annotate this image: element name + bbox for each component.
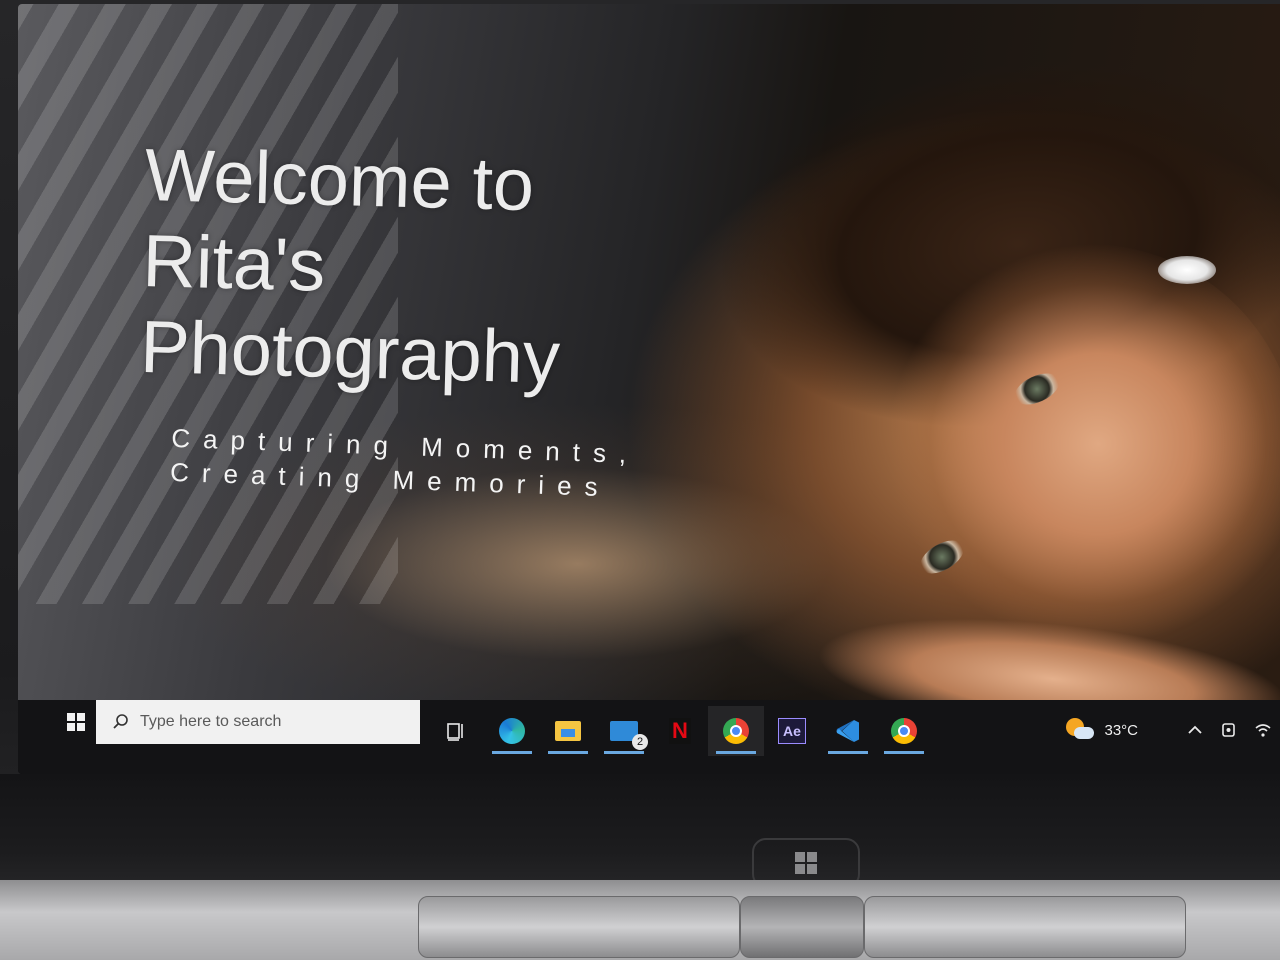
windows-logo-icon xyxy=(67,713,85,731)
open-app-indicator xyxy=(828,751,868,754)
mail-unread-badge: 2 xyxy=(632,734,648,750)
hero-text-block: Welcome to Rita's Photography Capturing … xyxy=(139,132,640,502)
windows-taskbar: 2 N Ae xyxy=(18,700,1280,774)
vscode-icon xyxy=(834,717,862,745)
screen: Welcome to Rita's Photography Capturing … xyxy=(18,4,1280,774)
taskbar-search-box[interactable] xyxy=(96,700,420,744)
weather-temperature[interactable]: 33°C xyxy=(1104,722,1138,739)
after-effects-icon: Ae xyxy=(778,717,806,745)
search-icon xyxy=(106,707,136,737)
meet-now-icon[interactable] xyxy=(1212,715,1246,745)
task-view-icon xyxy=(442,717,470,745)
hero-title: Welcome to Rita's Photography xyxy=(139,132,561,399)
system-tray: 33°C xyxy=(1066,708,1280,752)
taskbar-app-vscode[interactable] xyxy=(820,706,876,756)
task-view-button[interactable] xyxy=(428,706,484,756)
taskbar-app-mail[interactable]: 2 xyxy=(596,706,652,756)
start-button[interactable] xyxy=(54,704,98,740)
tablet-device: Welcome to Rita's Photography Capturing … xyxy=(0,0,1280,960)
taskbar-app-edge[interactable] xyxy=(484,706,540,756)
wifi-icon[interactable] xyxy=(1246,715,1280,745)
partly-sunny-icon[interactable] xyxy=(1066,718,1096,742)
hero-photo-earring xyxy=(1158,256,1216,284)
taskbar-pinned-apps: 2 N Ae xyxy=(428,706,932,766)
windows-logo-icon xyxy=(795,852,817,874)
taskbar-app-chrome-profile[interactable] xyxy=(708,706,764,756)
open-app-indicator xyxy=(716,751,756,754)
taskbar-app-file-explorer[interactable] xyxy=(540,706,596,756)
hero-section: Welcome to Rita's Photography Capturing … xyxy=(18,4,1280,720)
file-explorer-icon xyxy=(554,717,582,745)
taskbar-app-netflix[interactable]: N xyxy=(652,706,708,756)
open-app-indicator xyxy=(492,751,532,754)
open-app-indicator xyxy=(884,751,924,754)
open-app-indicator xyxy=(548,751,588,754)
hinge-segment xyxy=(740,896,864,958)
hinge-segment xyxy=(864,896,1186,958)
chrome-icon xyxy=(890,717,918,745)
search-input[interactable] xyxy=(136,707,414,737)
netflix-icon: N xyxy=(666,717,694,745)
taskbar-app-after-effects[interactable]: Ae xyxy=(764,706,820,756)
open-app-indicator xyxy=(604,751,644,754)
edge-icon xyxy=(498,717,526,745)
hero-photo-face xyxy=(878,244,1280,664)
hinge-segment xyxy=(418,896,740,958)
chrome-profile-icon xyxy=(722,717,750,745)
taskbar-app-chrome[interactable] xyxy=(876,706,932,756)
chevron-up-icon[interactable] xyxy=(1178,715,1212,745)
